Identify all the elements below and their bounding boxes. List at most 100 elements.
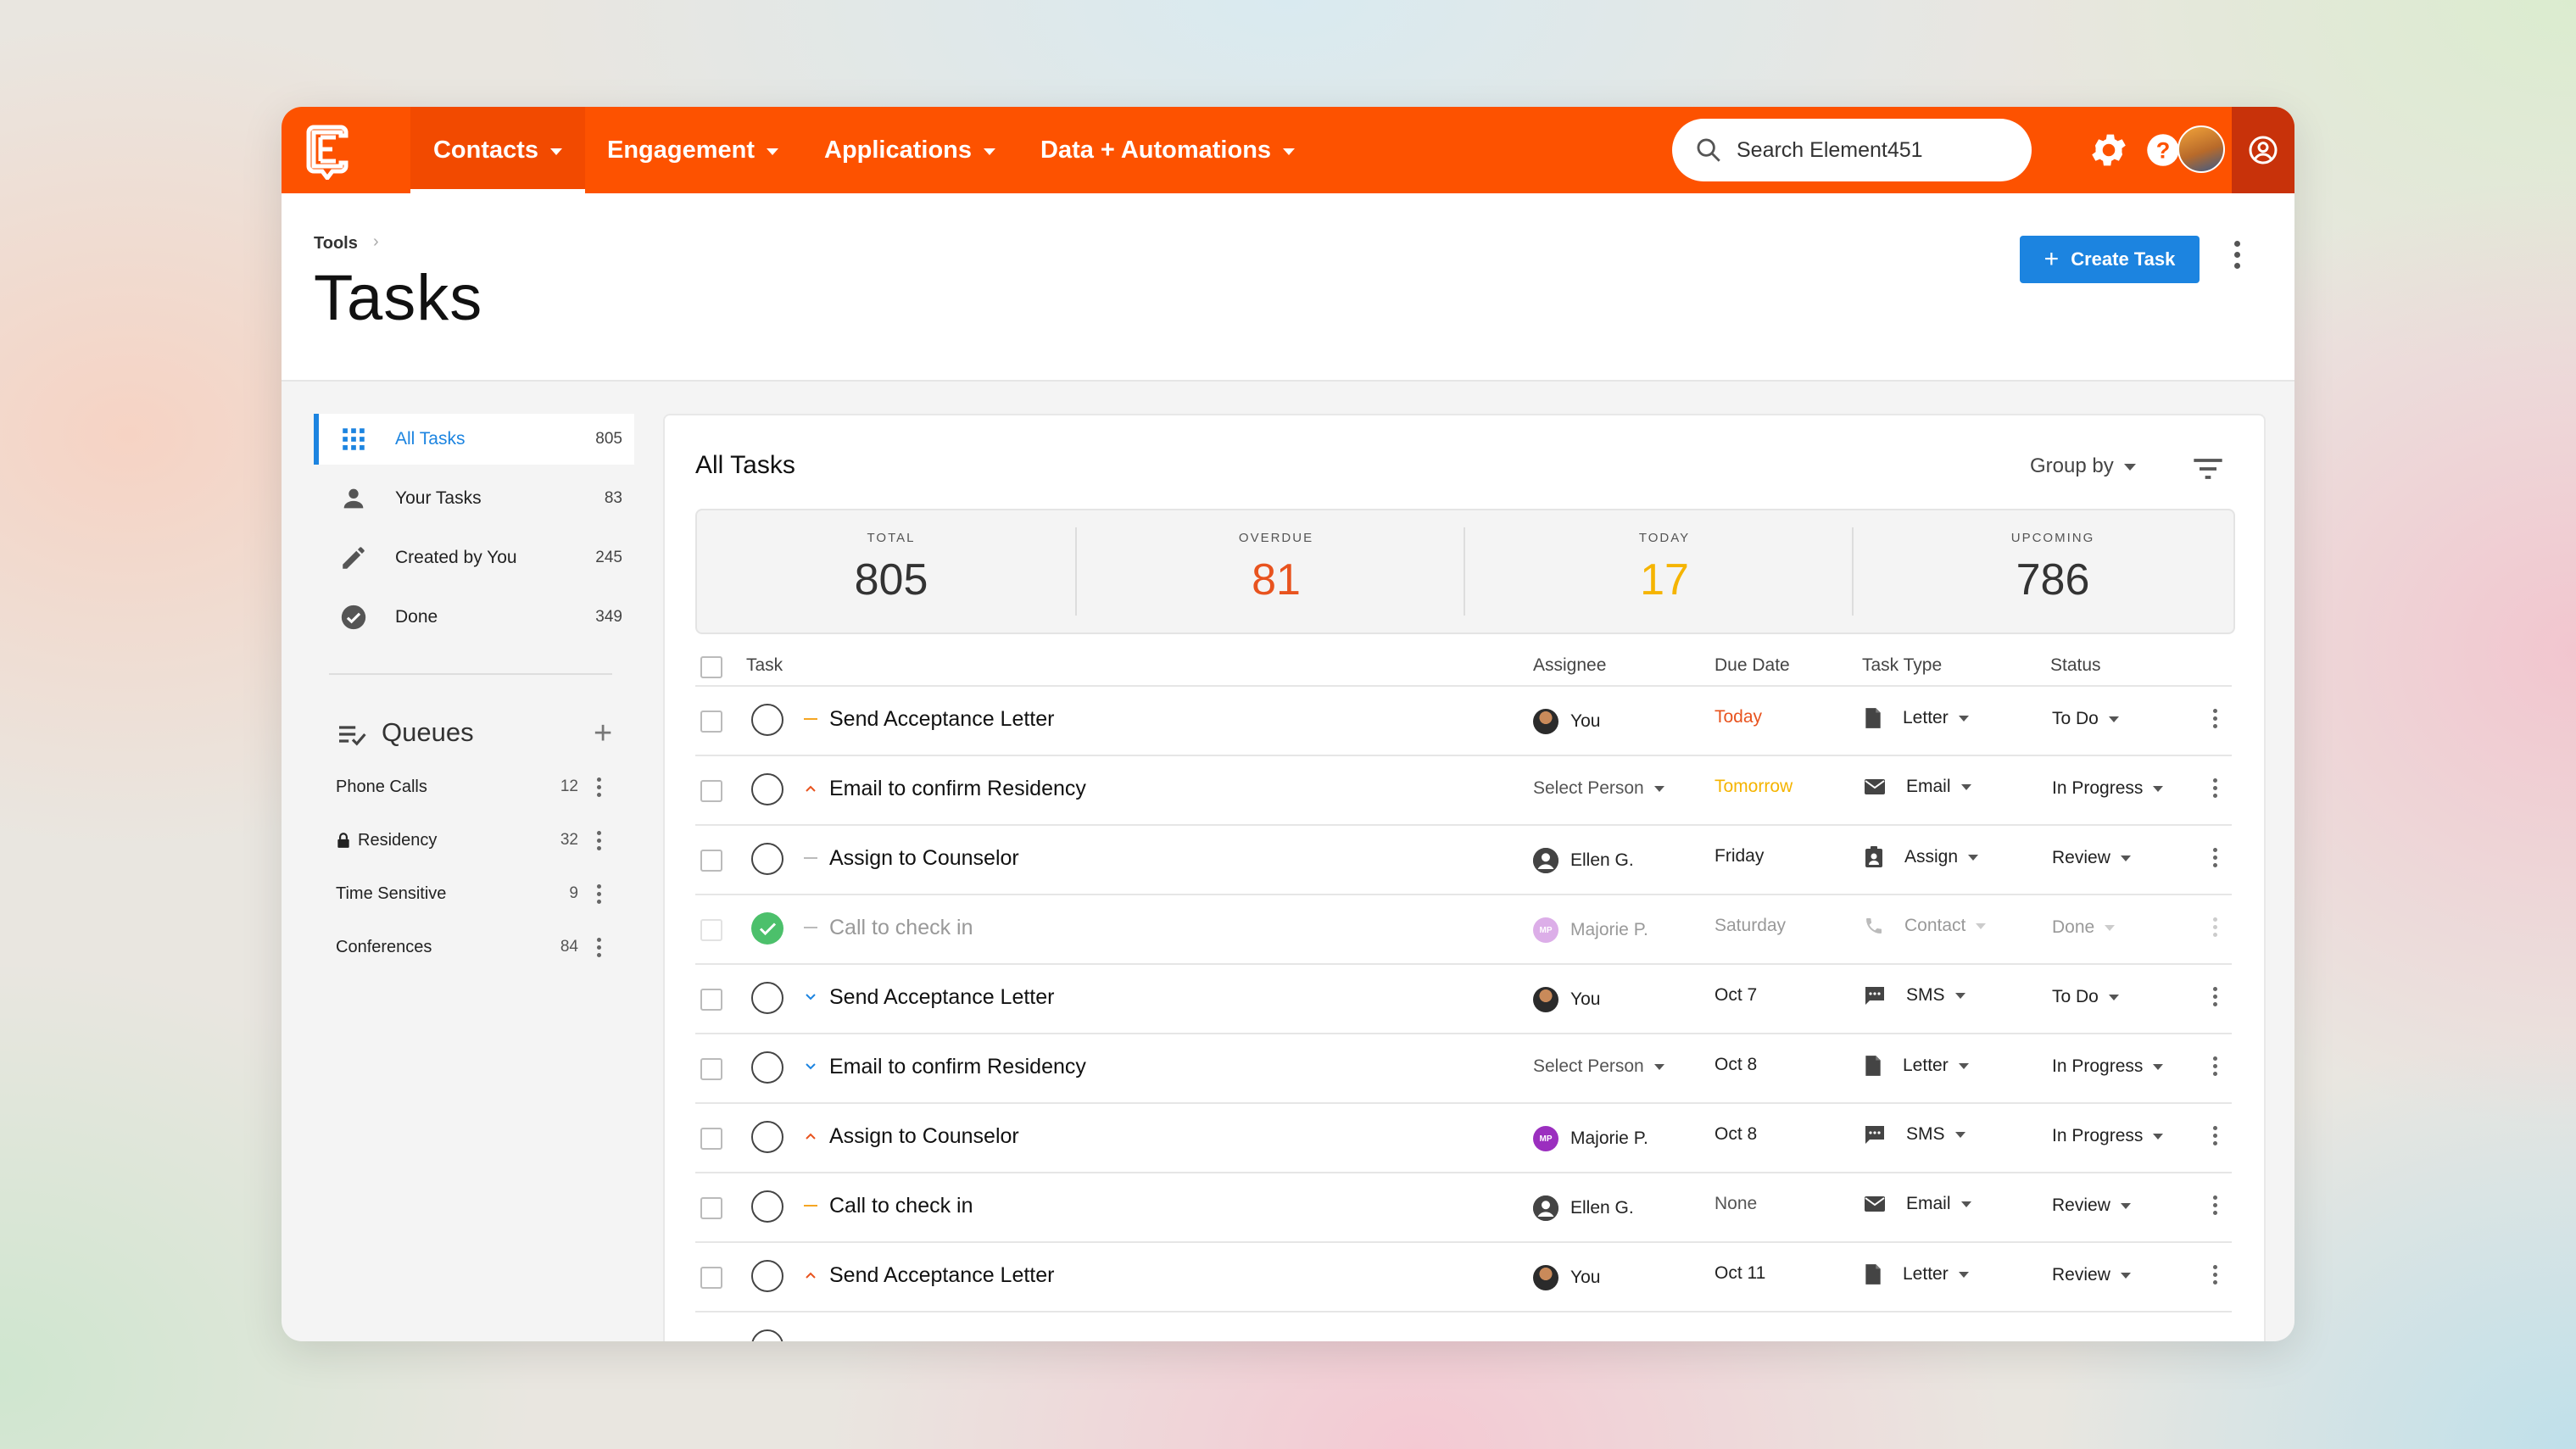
task-name[interactable]: Call to check in (829, 916, 973, 940)
task-name[interactable]: Email to confirm Residency (829, 1055, 1086, 1079)
table-row[interactable]: Call to check in MP Majorie P. Saturday Cont… (695, 894, 2232, 965)
table-row[interactable]: Email to confirm Residency Select Person T… (695, 755, 2232, 826)
due-date[interactable]: Saturday (1715, 916, 1786, 936)
table-row[interactable]: Assign to Counselor MP Majorie P. Oct 8 SMS I… (695, 1102, 2232, 1173)
assignee-select[interactable]: Select Person (1533, 778, 1664, 799)
queue-more-icon[interactable] (595, 937, 602, 957)
create-task-button[interactable]: + Create Task (2020, 236, 2200, 283)
task-type-select[interactable]: SMS (1864, 1124, 1965, 1145)
nav-contacts[interactable]: Contacts (410, 107, 585, 193)
status-select[interactable]: To Do (2052, 987, 2119, 1007)
assignee-select[interactable]: You (1533, 1265, 1600, 1290)
table-row[interactable]: Send Acceptance Letter You Today Letter To D… (695, 685, 2232, 756)
task-name[interactable]: Send Acceptance Letter (829, 1263, 1054, 1288)
row-checkbox[interactable] (700, 1267, 722, 1289)
row-checkbox[interactable] (700, 711, 722, 733)
due-date[interactable]: None (1715, 1194, 1757, 1214)
row-checkbox[interactable] (700, 850, 722, 872)
row-more-icon[interactable] (2211, 1195, 2218, 1215)
due-date[interactable]: Oct 7 (1715, 985, 1757, 1006)
task-name[interactable]: Email to confirm Residency (829, 777, 1086, 801)
status-select[interactable]: In Progress (2052, 1056, 2164, 1077)
assignee-select[interactable]: Ellen G. (1533, 1195, 1634, 1221)
task-name[interactable]: Send Acceptance Letter (829, 985, 1054, 1010)
assignee-select[interactable]: MP Majorie P. (1533, 917, 1648, 943)
assignee-select[interactable]: Select Person (1533, 1056, 1664, 1077)
column-header-assignee[interactable]: Assignee (1533, 655, 1606, 676)
table-row[interactable]: Send Acceptance Letter You Oct 11 Letter Rev… (695, 1241, 2232, 1312)
complete-toggle[interactable] (751, 704, 783, 736)
queue-item-time-sensitive[interactable]: Time Sensitive 9 (336, 877, 629, 911)
table-row[interactable]: Assign to Counselor Ellen G. Friday Assign R… (695, 824, 2232, 895)
status-select[interactable]: Done (2052, 917, 2116, 938)
due-date[interactable]: Friday (1715, 846, 1764, 867)
queue-more-icon[interactable] (595, 883, 602, 904)
queue-item-residency[interactable]: Residency 32 (336, 823, 629, 857)
queue-item-phone-calls[interactable]: Phone Calls 12 (336, 770, 629, 804)
due-date[interactable]: Oct 8 (1715, 1124, 1757, 1145)
row-checkbox[interactable] (700, 780, 722, 802)
column-header-task-type[interactable]: Task Type (1862, 655, 1942, 676)
due-date[interactable]: Oct 11 (1715, 1263, 1765, 1284)
row-more-icon[interactable] (2211, 1056, 2218, 1076)
gear-icon[interactable] (2088, 129, 2130, 171)
complete-toggle[interactable] (751, 1121, 783, 1153)
status-select[interactable]: Review (2052, 848, 2131, 868)
stat-upcoming[interactable]: UPCOMING 786 (1859, 510, 2247, 633)
nav-applications[interactable]: Applications (824, 107, 996, 193)
column-header-due-date[interactable]: Due Date (1715, 655, 1790, 676)
row-checkbox[interactable] (700, 989, 722, 1011)
queue-item-conferences[interactable]: Conferences 84 (336, 930, 629, 964)
task-type-select[interactable]: Email (1864, 777, 1971, 797)
sidebar-item-all-tasks[interactable]: All Tasks 805 (314, 414, 634, 465)
assignee-select[interactable]: You (1533, 709, 1600, 734)
row-more-icon[interactable] (2211, 917, 2218, 937)
breadcrumb[interactable]: Tools (314, 234, 358, 254)
stat-overdue[interactable]: OVERDUE 81 (1082, 510, 1470, 633)
queue-more-icon[interactable] (595, 830, 602, 850)
sidebar-item-created-by-you[interactable]: Created by You 245 (319, 532, 634, 583)
row-checkbox[interactable] (700, 1197, 722, 1219)
task-type-select[interactable]: Contact (1864, 916, 1987, 936)
table-row[interactable]: Send Acceptance Letter You Oct 7 SMS To Do (695, 963, 2232, 1034)
table-row[interactable]: Email to confirm Residency Select Person O… (695, 1033, 2232, 1104)
task-type-select[interactable]: Email (1864, 1194, 1971, 1214)
row-more-icon[interactable] (2211, 709, 2218, 728)
more-options-icon[interactable] (2233, 241, 2240, 269)
nav-data-automations[interactable]: Data + Automations (1040, 107, 1296, 193)
row-more-icon[interactable] (2211, 848, 2218, 867)
status-select[interactable]: Review (2052, 1265, 2131, 1285)
due-date[interactable]: Tomorrow (1715, 777, 1793, 797)
select-all-checkbox[interactable] (700, 656, 722, 678)
stat-total[interactable]: TOTAL 805 (697, 510, 1085, 633)
stat-today[interactable]: TODAY 17 (1470, 510, 1859, 633)
add-queue-icon[interactable]: + (594, 716, 612, 752)
element451-logo-icon[interactable] (297, 119, 358, 180)
status-select[interactable]: Review (2052, 1195, 2131, 1216)
task-name[interactable]: Send Acceptance Letter (829, 707, 1054, 732)
task-type-select[interactable]: Letter (1864, 1055, 1969, 1077)
task-type-select[interactable]: Letter (1864, 707, 1969, 729)
row-checkbox[interactable] (700, 1128, 722, 1150)
column-header-task[interactable]: Task (746, 655, 783, 676)
status-select[interactable]: To Do (2052, 709, 2119, 729)
assignee-select[interactable]: Ellen G. (1533, 848, 1634, 873)
search-input[interactable]: Search Element451 (1672, 119, 2032, 181)
row-more-icon[interactable] (2211, 778, 2218, 798)
task-type-select[interactable]: Letter (1864, 1263, 1969, 1285)
filter-icon[interactable] (2191, 456, 2225, 482)
task-type-select[interactable]: Assign (1864, 846, 1979, 868)
table-row[interactable] (695, 1311, 2232, 1341)
assignee-select[interactable]: MP Majorie P. (1533, 1126, 1648, 1151)
task-type-select[interactable]: SMS (1864, 985, 1965, 1006)
nav-engagement[interactable]: Engagement (607, 107, 779, 193)
complete-toggle[interactable] (751, 982, 783, 1014)
column-header-status[interactable]: Status (2050, 655, 2101, 676)
group-by-dropdown[interactable]: Group by (2030, 454, 2136, 478)
complete-toggle[interactable] (751, 1051, 783, 1084)
complete-toggle[interactable] (751, 773, 783, 805)
complete-toggle[interactable] (751, 1329, 783, 1341)
task-name[interactable]: Assign to Counselor (829, 1124, 1019, 1149)
row-checkbox[interactable] (700, 1058, 722, 1080)
sidebar-item-your-tasks[interactable]: Your Tasks 83 (319, 473, 634, 524)
